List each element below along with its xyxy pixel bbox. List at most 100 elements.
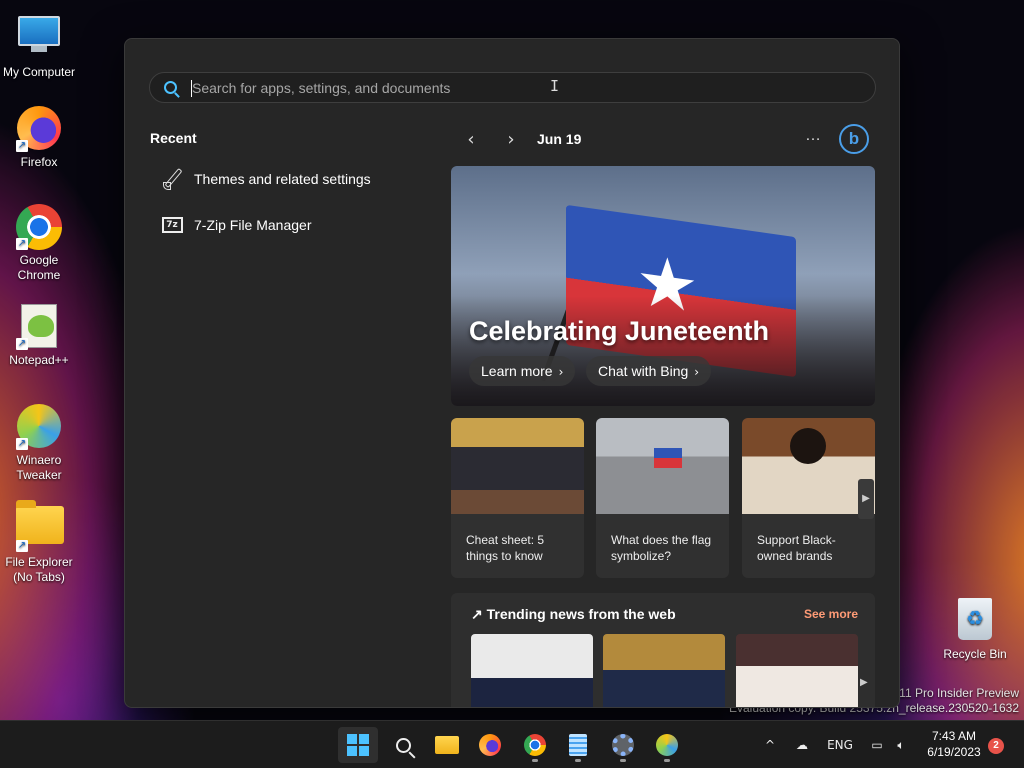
- desktop-icon-label: Recycle Bin: [943, 647, 1007, 661]
- start-search-box[interactable]: [149, 72, 876, 103]
- start-button[interactable]: [338, 727, 378, 763]
- language-indicator[interactable]: ENG: [824, 721, 856, 768]
- show-hidden-icons-button[interactable]: ^: [760, 721, 780, 768]
- trending-title: ↗ Trending news from the web: [471, 606, 676, 622]
- shortcut-arrow-icon: ↗: [16, 438, 28, 450]
- shortcut-arrow-icon: ↗: [16, 238, 28, 250]
- chrome-icon: [524, 734, 546, 756]
- folder-icon: ↗: [16, 500, 64, 552]
- prev-day-button[interactable]: ‹: [451, 129, 491, 150]
- notification-badge[interactable]: 2: [988, 738, 1004, 754]
- winaero-tweaker-icon: [656, 734, 678, 756]
- search-icon: [395, 737, 411, 753]
- news-card[interactable]: What does the flag symbolize?: [596, 418, 729, 578]
- desktop-icon-notepadpp[interactable]: ↗ Notepad++: [0, 304, 78, 368]
- taskbar-firefox[interactable]: [470, 727, 510, 763]
- recent-heading: Recent: [150, 130, 197, 146]
- next-day-button[interactable]: ›: [491, 129, 531, 150]
- folder-icon: [435, 736, 459, 754]
- recycle-bin-icon: ♻: [952, 598, 998, 644]
- desktop-icon-chrome[interactable]: ↗ Google Chrome: [0, 204, 78, 283]
- notepad-icon: [569, 734, 587, 756]
- running-indicator: [532, 759, 538, 762]
- taskbar-search-button[interactable]: [383, 727, 423, 763]
- taskbar-settings[interactable]: [603, 727, 643, 763]
- desktop-icon-firefox[interactable]: ↗ Firefox: [0, 106, 78, 170]
- winaero-tweaker-icon: ↗: [16, 404, 62, 450]
- hero-title: Celebrating Juneteenth: [469, 316, 770, 346]
- watermark-edition: s 11 Pro Insider Preview: [889, 686, 1019, 700]
- desktop-icon-label: My Computer: [2, 65, 76, 79]
- desktop-icon-recycle-bin[interactable]: ♻ Recycle Bin: [936, 598, 1014, 662]
- trending-thumbnail[interactable]: [603, 634, 725, 707]
- taskbar: ^ ☁ ENG ▭ 🔈︎ 7:43 AM 6/19/2023 2: [0, 720, 1024, 768]
- start-search-input[interactable]: [192, 73, 852, 102]
- windows-logo-icon: [347, 734, 369, 756]
- bing-icon[interactable]: b: [839, 124, 869, 154]
- trending-scroll-right-button[interactable]: ▶: [860, 677, 868, 688]
- desktop-icon-file-explorer[interactable]: ↗ File Explorer (No Tabs): [0, 500, 78, 585]
- taskbar-notepad[interactable]: [558, 727, 598, 763]
- chat-with-bing-label: Chat with Bing: [598, 363, 689, 379]
- desktop-icon-label: Notepad++: [9, 353, 69, 367]
- recent-item-themes[interactable]: Themes and related settings: [150, 160, 410, 198]
- start-menu: I Recent Themes and related settings 7z …: [124, 38, 900, 708]
- learn-more-label: Learn more: [481, 363, 553, 379]
- shortcut-arrow-icon: ↗: [16, 140, 28, 152]
- firefox-icon: ↗: [16, 106, 62, 152]
- desktop-icon-label: Firefox: [20, 155, 58, 169]
- more-options-button[interactable]: …: [805, 127, 822, 145]
- paintbrush-icon: [162, 169, 182, 190]
- desktop-icon-my-computer[interactable]: My Computer: [0, 10, 78, 80]
- recent-item-label: 7-Zip File Manager: [194, 217, 312, 233]
- hero-card[interactable]: Celebrating Juneteenth Learn more › Chat …: [451, 166, 875, 406]
- news-card-image: [596, 418, 729, 514]
- recent-item-label: Themes and related settings: [194, 171, 371, 187]
- widgets-date: Jun 19: [537, 131, 582, 147]
- clock[interactable]: 7:43 AM 6/19/2023: [918, 728, 990, 760]
- recent-item-7zip[interactable]: 7z 7-Zip File Manager: [150, 206, 410, 244]
- news-card-image: [742, 418, 875, 514]
- desktop-icon-label: File Explorer (No Tabs): [5, 555, 73, 584]
- gear-icon: [612, 734, 634, 756]
- running-indicator: [664, 759, 670, 762]
- desktop-icon-winaero-tweaker[interactable]: ↗ Winaero Tweaker: [0, 404, 78, 483]
- shortcut-arrow-icon: ↗: [16, 338, 28, 350]
- running-indicator: [575, 759, 581, 762]
- news-card-text: Support Black-owned brands: [757, 533, 836, 563]
- chrome-icon: ↗: [16, 204, 62, 250]
- chevron-right-icon: ›: [694, 365, 700, 379]
- news-card-text: Cheat sheet: 5 things to know: [466, 533, 545, 563]
- shortcut-arrow-icon: ↗: [16, 540, 28, 552]
- trending-thumbnail[interactable]: [736, 634, 858, 707]
- taskbar-chrome[interactable]: [515, 727, 555, 763]
- notepadpp-icon: ↗: [16, 304, 62, 350]
- news-card-image: [451, 418, 584, 514]
- clock-time: 7:43 AM: [931, 729, 977, 743]
- desktop-icon-label: Winaero Tweaker: [16, 453, 62, 482]
- cards-scroll-right-button[interactable]: ▶: [858, 479, 874, 519]
- firefox-icon: [479, 734, 501, 756]
- network-icon[interactable]: ▭: [866, 721, 888, 768]
- trending-thumbnail[interactable]: [471, 634, 593, 707]
- running-indicator: [620, 759, 626, 762]
- news-card[interactable]: Support Black-owned brands: [742, 418, 875, 578]
- news-card-text: What does the flag symbolize?: [611, 533, 712, 563]
- ibeam-cursor-icon: I: [550, 77, 560, 95]
- taskbar-file-explorer[interactable]: [427, 727, 467, 763]
- see-more-link[interactable]: See more: [804, 607, 858, 621]
- chat-with-bing-button[interactable]: Chat with Bing ›: [586, 356, 712, 386]
- search-icon: [164, 81, 177, 94]
- taskbar-winaero-tweaker[interactable]: [647, 727, 687, 763]
- desktop-icon-label: Google Chrome: [17, 253, 61, 282]
- volume-icon[interactable]: 🔈︎: [890, 721, 912, 768]
- widgets-nav: ‹ › Jun 19 … b: [451, 124, 876, 154]
- computer-icon: [16, 16, 62, 62]
- 7zip-icon: 7z: [161, 217, 183, 233]
- onedrive-icon[interactable]: ☁: [790, 721, 814, 768]
- trending-news-section: ↗ Trending news from the web See more ▶: [451, 593, 875, 707]
- clock-date: 6/19/2023: [927, 745, 981, 759]
- hero-shade: [451, 296, 875, 406]
- news-card[interactable]: Cheat sheet: 5 things to know: [451, 418, 584, 578]
- learn-more-button[interactable]: Learn more ›: [469, 356, 576, 386]
